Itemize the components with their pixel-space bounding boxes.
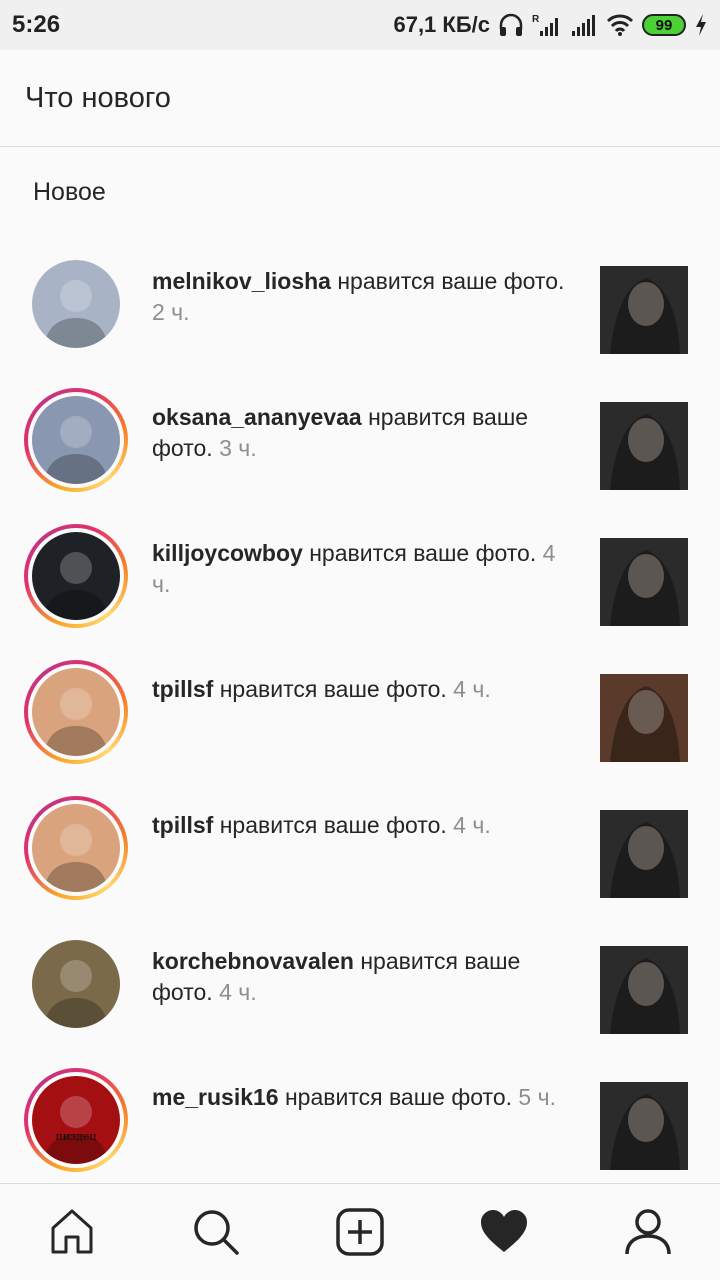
- avatar-caption: пиздец: [55, 1130, 96, 1143]
- avatar-image: [32, 804, 120, 892]
- avatar[interactable]: [24, 660, 128, 764]
- avatar-image: пиздец: [32, 1076, 120, 1164]
- avatar-image: [32, 532, 120, 620]
- notification-item[interactable]: melnikov_liosha нравится ваше фото. 2 ч.: [0, 240, 720, 376]
- timestamp: 4 ч.: [453, 812, 491, 838]
- notification-text: korchebnovavalen нравится ваше фото. 4 ч…: [152, 946, 572, 1008]
- username-link[interactable]: korchebnovavalen: [152, 948, 354, 974]
- status-indicators: 67,1 КБ/с R 99: [393, 12, 708, 38]
- avatar[interactable]: [24, 252, 128, 356]
- avatar[interactable]: [24, 524, 128, 628]
- page-title: Что нового: [25, 81, 171, 114]
- action-text: нравится ваше фото.: [309, 540, 537, 566]
- username-link[interactable]: tpillsf: [152, 812, 213, 838]
- username-link[interactable]: tpillsf: [152, 676, 213, 702]
- signal-icon: R: [532, 14, 558, 36]
- post-thumbnail[interactable]: [600, 946, 688, 1034]
- timestamp: 4 ч.: [453, 676, 491, 702]
- search-icon: [194, 1210, 239, 1255]
- username-link[interactable]: oksana_ananyevaa: [152, 404, 362, 430]
- nav-activity-button[interactable]: [468, 1196, 540, 1268]
- notification-item[interactable]: killjoycowboy нравится ваше фото. 4 ч.: [0, 512, 720, 648]
- notification-text: oksana_ananyevaa нравится ваше фото. 3 ч…: [152, 402, 572, 464]
- section-title: Новое: [33, 178, 106, 206]
- signal-icon: [572, 15, 595, 36]
- action-text: нравится ваше фото.: [219, 812, 447, 838]
- action-text: нравится ваше фото.: [284, 1084, 513, 1110]
- heart-icon: [481, 1210, 527, 1252]
- svg-text:R: R: [532, 14, 540, 25]
- notification-item[interactable]: пиздец me_rusik16 нравится ваше фото. 5 ч…: [0, 1056, 720, 1192]
- battery-icon: 99: [642, 14, 686, 36]
- avatar-image: [32, 668, 120, 756]
- notification-text: melnikov_liosha нравится ваше фото. 2 ч.: [152, 266, 572, 328]
- avatar[interactable]: [24, 388, 128, 492]
- bottom-nav: [0, 1183, 720, 1280]
- avatar[interactable]: [24, 932, 128, 1036]
- notification-text: tpillsf нравится ваше фото. 4 ч.: [152, 674, 572, 705]
- avatar-image: [32, 396, 120, 484]
- profile-icon: [625, 1209, 671, 1255]
- home-icon: [51, 1209, 93, 1254]
- nav-search-button[interactable]: [180, 1196, 252, 1268]
- status-time: 5:26: [12, 11, 61, 38]
- headphones-icon: [499, 13, 523, 36]
- notification-item[interactable]: korchebnovavalen нравится ваше фото. 4 ч…: [0, 920, 720, 1056]
- post-thumbnail[interactable]: [600, 810, 688, 898]
- timestamp: 2 ч.: [152, 299, 190, 325]
- post-thumbnail[interactable]: [600, 538, 688, 626]
- post-thumbnail[interactable]: [600, 266, 688, 354]
- avatar[interactable]: [24, 796, 128, 900]
- notification-text: tpillsf нравится ваше фото. 4 ч.: [152, 810, 572, 841]
- post-thumbnail[interactable]: [600, 402, 688, 490]
- avatar-image: [32, 940, 120, 1028]
- username-link[interactable]: melnikov_liosha: [152, 268, 331, 294]
- action-text: нравится ваше фото.: [337, 268, 565, 294]
- avatar[interactable]: пиздец: [24, 1068, 128, 1172]
- timestamp: 5 ч.: [518, 1084, 556, 1110]
- avatar-image: [32, 260, 120, 348]
- notification-item[interactable]: oksana_ananyevaa нравится ваше фото. 3 ч…: [0, 376, 720, 512]
- nav-add-post-button[interactable]: [324, 1196, 396, 1268]
- nav-profile-button[interactable]: [612, 1196, 684, 1268]
- add-post-icon: [336, 1208, 384, 1256]
- notification-item[interactable]: tpillsf нравится ваше фото. 4 ч.: [0, 648, 720, 784]
- wifi-icon: [606, 14, 634, 36]
- notification-text: killjoycowboy нравится ваше фото. 4 ч.: [152, 538, 572, 600]
- status-bar: 5:26 67,1 КБ/с R 99: [0, 0, 720, 50]
- notification-item[interactable]: tpillsf нравится ваше фото. 4 ч.: [0, 784, 720, 920]
- notification-text: me_rusik16 нравится ваше фото. 5 ч.: [152, 1082, 572, 1113]
- nav-home-button[interactable]: [36, 1196, 108, 1268]
- username-link[interactable]: me_rusik16: [152, 1084, 279, 1110]
- username-link[interactable]: killjoycowboy: [152, 540, 303, 566]
- post-thumbnail[interactable]: [600, 1082, 688, 1170]
- activity-header: Что нового: [0, 50, 720, 147]
- action-text: нравится ваше фото.: [219, 676, 447, 702]
- network-speed: 67,1 КБ/с: [393, 12, 490, 37]
- post-thumbnail[interactable]: [600, 674, 688, 762]
- timestamp: 3 ч.: [219, 435, 257, 461]
- timestamp: 4 ч.: [219, 979, 257, 1005]
- charging-icon: [696, 14, 706, 36]
